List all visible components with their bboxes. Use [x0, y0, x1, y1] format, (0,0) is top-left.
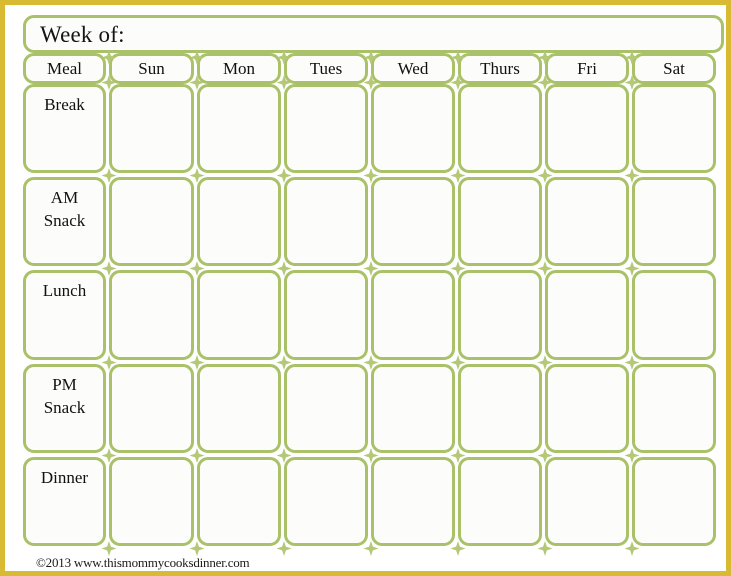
- meal-cell-pm-snack-mon[interactable]: [197, 364, 281, 453]
- column-header-tues: Tues: [284, 53, 368, 84]
- meal-cell-am-snack-sun[interactable]: [109, 177, 194, 266]
- meal-cell-lunch-sun[interactable]: [109, 270, 194, 360]
- copyright-text: ©2013 www.thismommycooksdinner.com: [36, 554, 250, 570]
- meal-cell-am-snack-sat[interactable]: [632, 177, 716, 266]
- meal-cell-breakfast-fri[interactable]: [545, 84, 629, 173]
- meal-cell-dinner-tues[interactable]: [284, 457, 368, 546]
- column-header-label: Mon: [222, 59, 256, 78]
- meal-cell-am-snack-tues[interactable]: [284, 177, 368, 266]
- meal-cell-breakfast-tues[interactable]: [284, 84, 368, 173]
- column-header-label: Fri: [577, 59, 597, 78]
- meal-cell-breakfast-sun[interactable]: [109, 84, 194, 173]
- meal-cell-dinner-fri[interactable]: [545, 457, 629, 546]
- meal-cell-lunch-thurs[interactable]: [458, 270, 542, 360]
- column-header-label: Wed: [397, 59, 429, 78]
- week-of-label: Week of:: [40, 21, 125, 47]
- meal-cell-pm-snack-tues[interactable]: [284, 364, 368, 453]
- column-header-label: Tues: [309, 59, 343, 78]
- column-header-thurs: Thurs: [458, 53, 542, 84]
- meal-cell-lunch-wed[interactable]: [371, 270, 455, 360]
- row-header-lunch: Lunch: [23, 270, 106, 360]
- meal-planner: Week of: Meal Sun Mon Tues Wed Thurs Fri Sat Br…: [18, 10, 724, 571]
- column-header-label: Meal: [47, 59, 82, 78]
- row-header-dinner: Dinner: [23, 457, 106, 546]
- meal-cell-breakfast-wed[interactable]: [371, 84, 455, 173]
- row-header-pm-snack: PM Snack: [23, 364, 106, 453]
- meal-cell-dinner-sat[interactable]: [632, 457, 716, 546]
- meal-cell-lunch-sat[interactable]: [632, 270, 716, 360]
- row-header-label: Break: [44, 95, 85, 114]
- column-header-label: Sun: [138, 59, 165, 78]
- meal-cell-pm-snack-sat[interactable]: [632, 364, 716, 453]
- row-header-am-snack: AM Snack: [23, 177, 106, 266]
- meal-cell-lunch-tues[interactable]: [284, 270, 368, 360]
- meal-cell-am-snack-fri[interactable]: [545, 177, 629, 266]
- meal-cell-dinner-mon[interactable]: [197, 457, 281, 546]
- meal-cell-dinner-wed[interactable]: [371, 457, 455, 546]
- planner-grid: Break AM Snack Lunch PM Snack Dinner: [23, 84, 724, 550]
- column-header-row: Meal Sun Mon Tues Wed Thurs Fri Sat: [23, 53, 724, 84]
- meal-cell-breakfast-mon[interactable]: [197, 84, 281, 173]
- meal-cell-pm-snack-thurs[interactable]: [458, 364, 542, 453]
- column-header-sun: Sun: [109, 53, 194, 84]
- column-header-wed: Wed: [371, 53, 455, 84]
- row-header-label: Snack: [43, 210, 86, 230]
- footer: ©2013 www.thismommycooksdinner.com: [36, 553, 250, 571]
- meal-cell-am-snack-thurs[interactable]: [458, 177, 542, 266]
- column-header-label: Sat: [663, 59, 685, 78]
- meal-cell-am-snack-wed[interactable]: [371, 177, 455, 266]
- row-header-label: Lunch: [42, 281, 87, 300]
- meal-cell-pm-snack-sun[interactable]: [109, 364, 194, 453]
- meal-cell-breakfast-thurs[interactable]: [458, 84, 542, 173]
- row-header-label: PM: [52, 375, 77, 394]
- column-header-label: Thurs: [480, 59, 520, 78]
- row-header-label: Dinner: [40, 468, 89, 487]
- row-header-breakfast: Break: [23, 84, 106, 173]
- column-header-mon: Mon: [197, 53, 281, 84]
- column-header-meal: Meal: [23, 53, 106, 84]
- row-header-label: Snack: [43, 397, 86, 417]
- row-header-label: AM: [50, 188, 79, 207]
- meal-cell-pm-snack-fri[interactable]: [545, 364, 629, 453]
- title-row: Week of:: [23, 15, 724, 53]
- meal-cell-lunch-mon[interactable]: [197, 270, 281, 360]
- meal-cell-lunch-fri[interactable]: [545, 270, 629, 360]
- column-header-sat: Sat: [632, 53, 716, 84]
- meal-cell-am-snack-mon[interactable]: [197, 177, 281, 266]
- meal-cell-breakfast-sat[interactable]: [632, 84, 716, 173]
- column-header-fri: Fri: [545, 53, 629, 84]
- meal-planner-page: Week of: Meal Sun Mon Tues Wed Thurs Fri Sat Br…: [0, 0, 731, 576]
- meal-cell-dinner-sun[interactable]: [109, 457, 194, 546]
- week-of-field[interactable]: Week of:: [23, 15, 724, 53]
- meal-cell-dinner-thurs[interactable]: [458, 457, 542, 546]
- meal-cell-pm-snack-wed[interactable]: [371, 364, 455, 453]
